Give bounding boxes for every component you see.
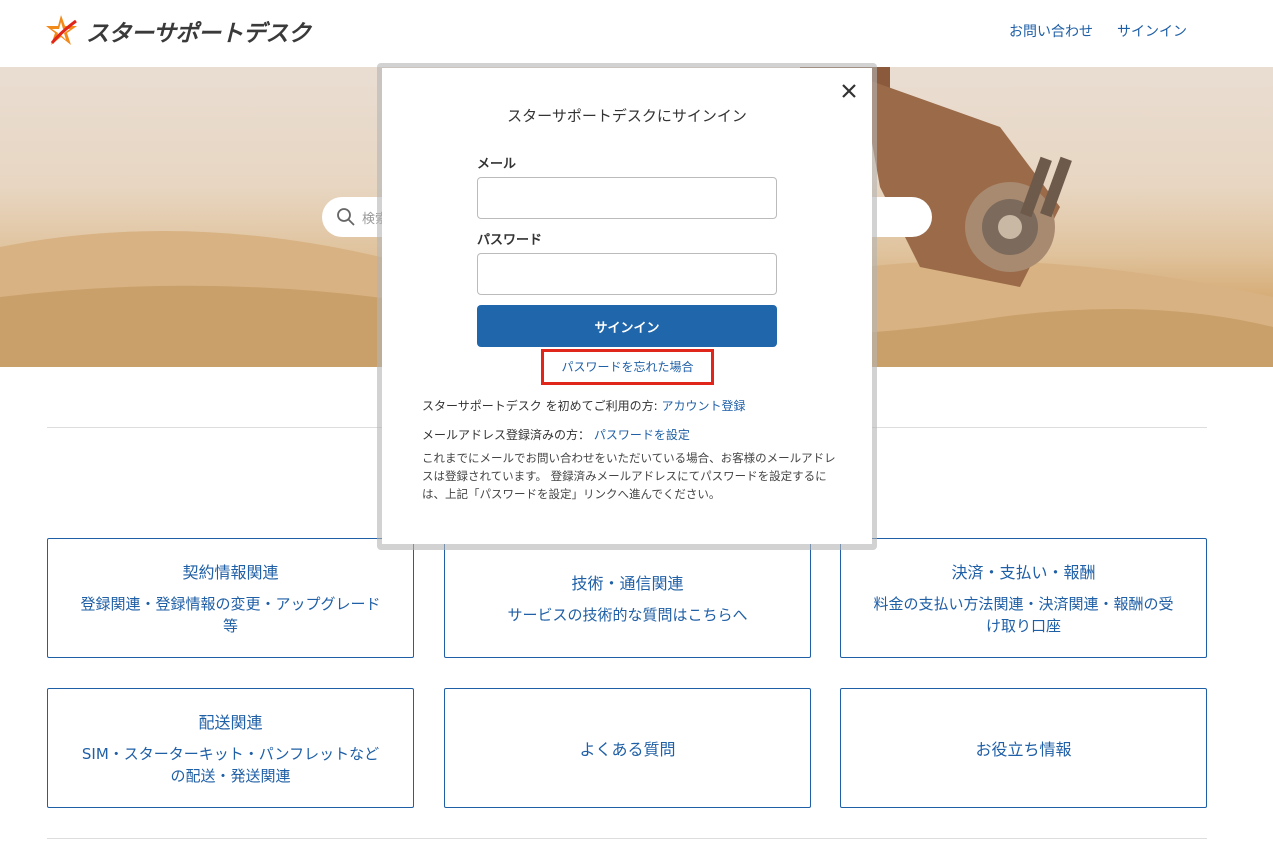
modal-title: スターサポートデスクにサインイン bbox=[507, 107, 747, 125]
category-card-tips[interactable]: お役立ち情報 bbox=[840, 688, 1207, 808]
first-time-row: スターサポートデスク を初めてご利用の方: アカウント登録 bbox=[422, 397, 745, 414]
card-title: よくある質問 bbox=[579, 740, 676, 759]
password-field[interactable] bbox=[477, 253, 777, 295]
brand-logo[interactable]: スターサポートデスク bbox=[46, 13, 311, 49]
email-field[interactable] bbox=[477, 177, 777, 219]
card-description: 登録関連・登録情報の変更・アップグレード等 bbox=[80, 595, 381, 635]
search-icon bbox=[337, 208, 355, 226]
registered-row: メールアドレス登録済みの方： パスワードを設定 bbox=[422, 426, 690, 443]
nav-signin-link[interactable]: サインイン bbox=[1117, 21, 1187, 41]
email-label: メール bbox=[477, 157, 517, 172]
category-card-contract[interactable]: 契約情報関連 登録関連・登録情報の変更・アップグレード等 bbox=[47, 538, 414, 658]
category-card-faq[interactable]: よくある質問 bbox=[444, 688, 811, 808]
card-title: 決済・支払い・報酬 bbox=[951, 563, 1096, 582]
category-card-shipping[interactable]: 配送関連 SIM・スターターキット・パンフレットなどの配送・発送関連 bbox=[47, 688, 414, 808]
star-logo-icon bbox=[46, 15, 77, 45]
close-icon[interactable] bbox=[838, 80, 862, 104]
section-divider bbox=[47, 838, 1207, 839]
modal-note: これまでにメールでお問い合わせをいただいている場合、お客様のメールアドレスは登録… bbox=[422, 451, 836, 501]
card-title: お役立ち情報 bbox=[975, 740, 1072, 759]
brand-name: スターサポートデスク bbox=[86, 21, 311, 47]
card-title: 技術・通信関連 bbox=[571, 574, 684, 593]
registered-text: メールアドレス登録済みの方： bbox=[422, 428, 594, 442]
signin-button[interactable]: サインイン bbox=[477, 305, 777, 347]
site-header: スターサポートデスク お問い合わせ サインイン bbox=[0, 0, 1273, 67]
card-title: 契約情報関連 bbox=[182, 563, 279, 582]
password-label: パスワード bbox=[477, 233, 543, 248]
category-card-tech[interactable]: 技術・通信関連 サービスの技術的な質問はこちらへ bbox=[444, 538, 811, 658]
card-description: サービスの技術的な質問はこちらへ bbox=[507, 606, 748, 624]
register-link[interactable]: アカウント登録 bbox=[661, 399, 745, 413]
top-nav: お問い合わせ サインイン bbox=[1009, 21, 1187, 41]
nav-contact-link[interactable]: お問い合わせ bbox=[1009, 21, 1093, 41]
category-card-payment[interactable]: 決済・支払い・報酬 料金の支払い方法関連・決済関連・報酬の受け取り口座 bbox=[840, 538, 1207, 658]
card-description: SIM・スターターキット・パンフレットなどの配送・発送関連 bbox=[81, 745, 380, 785]
card-title: 配送関連 bbox=[198, 713, 263, 732]
card-description: 料金の支払い方法関連・決済関連・報酬の受け取り口座 bbox=[873, 595, 1174, 635]
forgot-password-link[interactable]: パスワードを忘れた場合 bbox=[541, 358, 714, 375]
set-password-link[interactable]: パスワードを設定 bbox=[594, 428, 690, 442]
first-time-text: スターサポートデスク を初めてご利用の方: bbox=[422, 399, 662, 413]
